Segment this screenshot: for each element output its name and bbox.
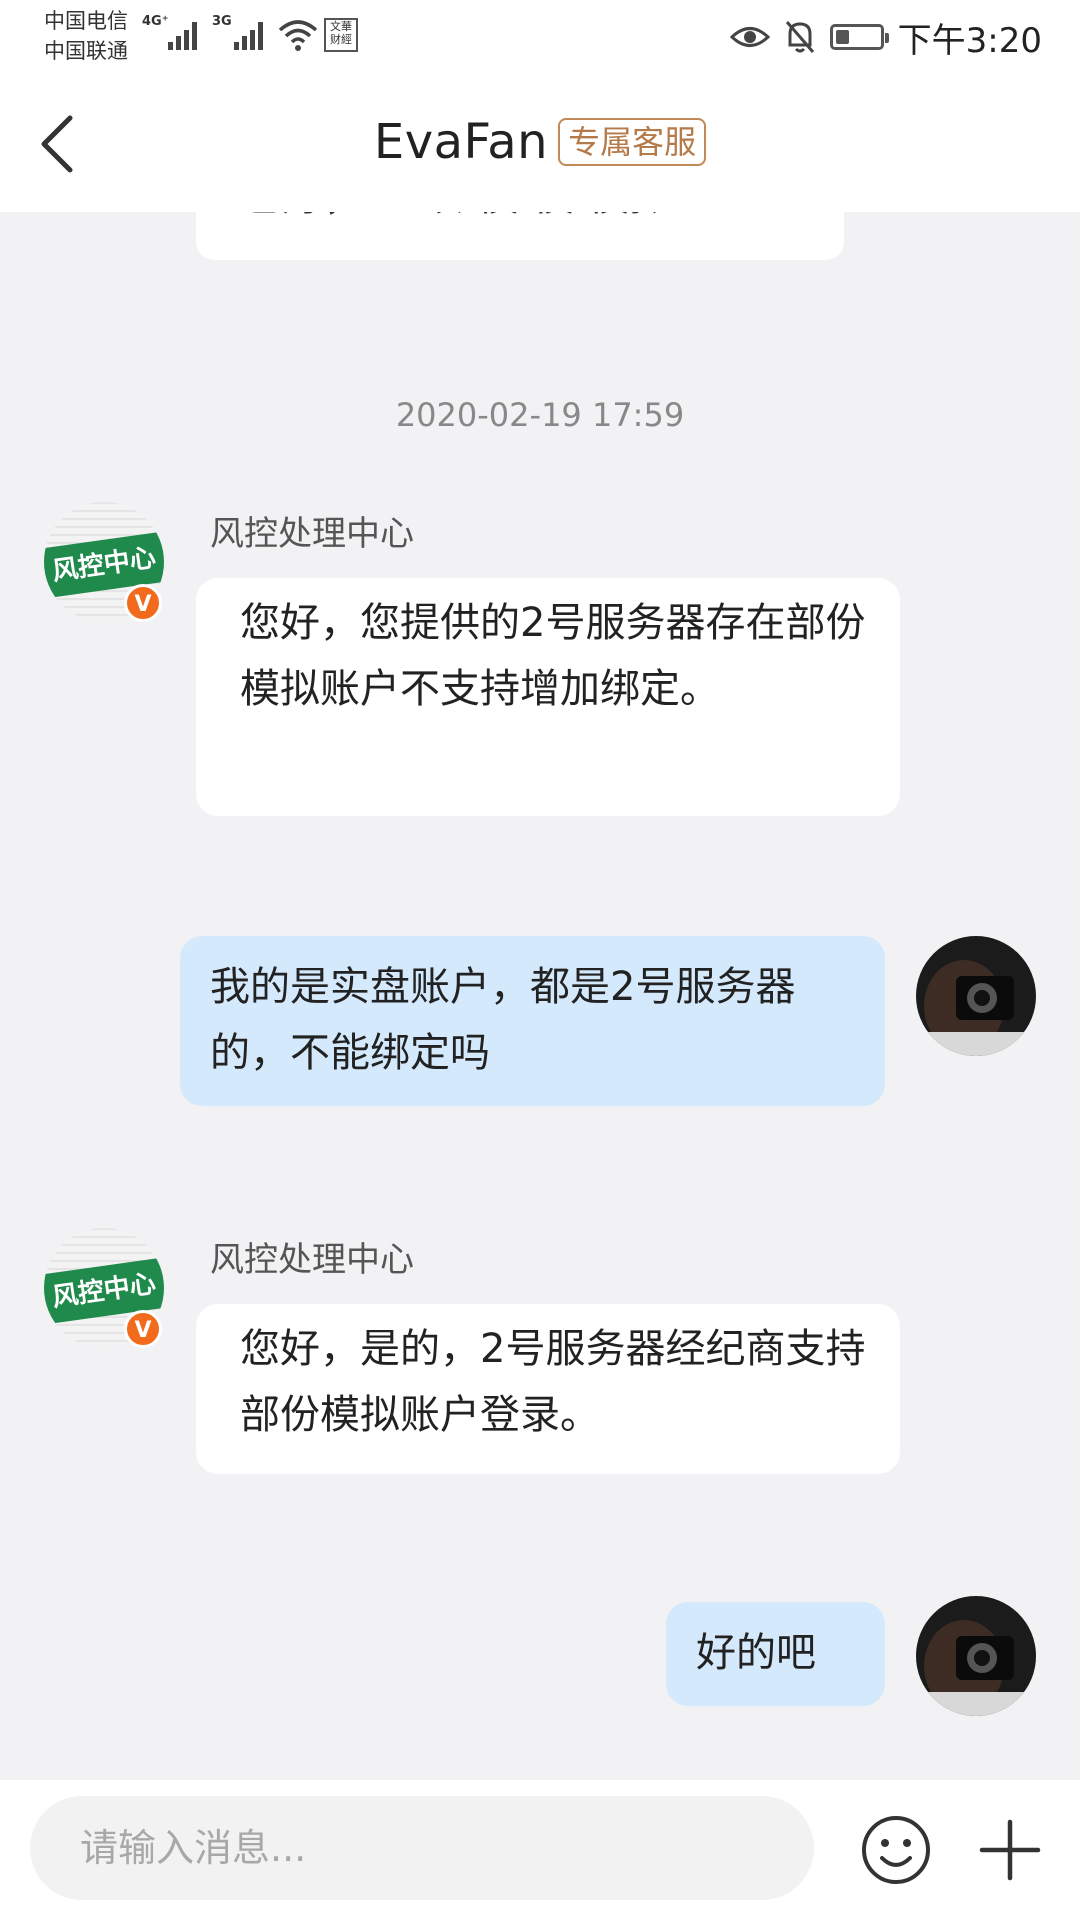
verified-badge-icon: V [124,1310,162,1348]
message-bubble-partial: 也好，区 以 模 模 模拟… [196,212,844,260]
sender-name: 风控处理中心 [210,1240,414,1280]
sender-name: 风控处理中心 [210,514,414,554]
battery-icon [829,24,889,50]
message-input-bar [0,1780,1080,1920]
camera-photo-icon [916,1596,1036,1716]
mute-notifications-icon [785,21,814,53]
app-notification-icon: 文華 财經 [324,18,358,52]
message-timestamp: 2020-02-19 17:59 [395,396,685,434]
incoming-message-bubble[interactable]: 您好，您提供的2号服务器存在部份模拟账户不支持增加绑定。 [196,578,900,816]
carrier-name-2: 中国联通 [44,39,128,63]
user-avatar[interactable] [916,1596,1036,1716]
chat-header: EvaFan 专属客服 [0,78,1080,212]
outgoing-message-bubble[interactable]: 我的是实盘账户，都是2号服务器的，不能绑定吗 [180,936,885,1106]
signal-strength-icon [168,22,197,50]
message-text: 您好，是的，2号服务器经纪商支持部份模拟账户登录。 [240,1326,866,1438]
carrier-info: 中国电信 中国联通 [44,6,128,66]
page-title: EvaFan [373,114,549,170]
network-type-1: 4G⁺ [142,14,169,29]
status-bar: 中国电信 中国联通 4G⁺ 3G 文華 财經 下午3:20 [0,0,1080,78]
carrier-name-1: 中国电信 [44,9,128,33]
message-text: 也好，区 以 模 模 模拟… [240,212,713,223]
eye-icon [729,27,770,47]
incoming-message-bubble[interactable]: 您好，是的，2号服务器经纪商支持部份模拟账户登录。 [196,1304,900,1474]
network-type-2: 3G [212,14,232,29]
status-right-group: 下午3:20 [729,14,1042,61]
sender-avatar[interactable]: 风控中心 V [44,502,164,622]
smiley-icon[interactable] [860,1814,932,1886]
header-title-group: EvaFan 专属客服 [0,114,1080,170]
chat-message-list[interactable]: 也好，区 以 模 模 模拟… 2020-02-19 17:59 风控中心 V 风… [0,212,1080,1780]
plus-icon[interactable] [974,1814,1046,1886]
status-time: 下午3:20 [897,20,1042,61]
message-text: 我的是实盘账户，都是2号服务器的，不能绑定吗 [210,964,796,1076]
dedicated-service-badge: 专属客服 [558,118,707,166]
user-avatar[interactable] [916,936,1036,1056]
verified-badge-icon: V [124,584,162,622]
message-text: 好的吧 [696,1630,816,1676]
wifi-icon [278,20,318,51]
battery-level [835,30,849,44]
signal-strength-icon-2 [234,22,263,50]
message-input[interactable] [30,1796,814,1900]
camera-photo-icon [916,936,1036,1056]
sender-avatar[interactable]: 风控中心 V [44,1228,164,1348]
outgoing-message-bubble[interactable]: 好的吧 [666,1602,885,1706]
message-text: 您好，您提供的2号服务器存在部份模拟账户不支持增加绑定。 [240,600,866,712]
